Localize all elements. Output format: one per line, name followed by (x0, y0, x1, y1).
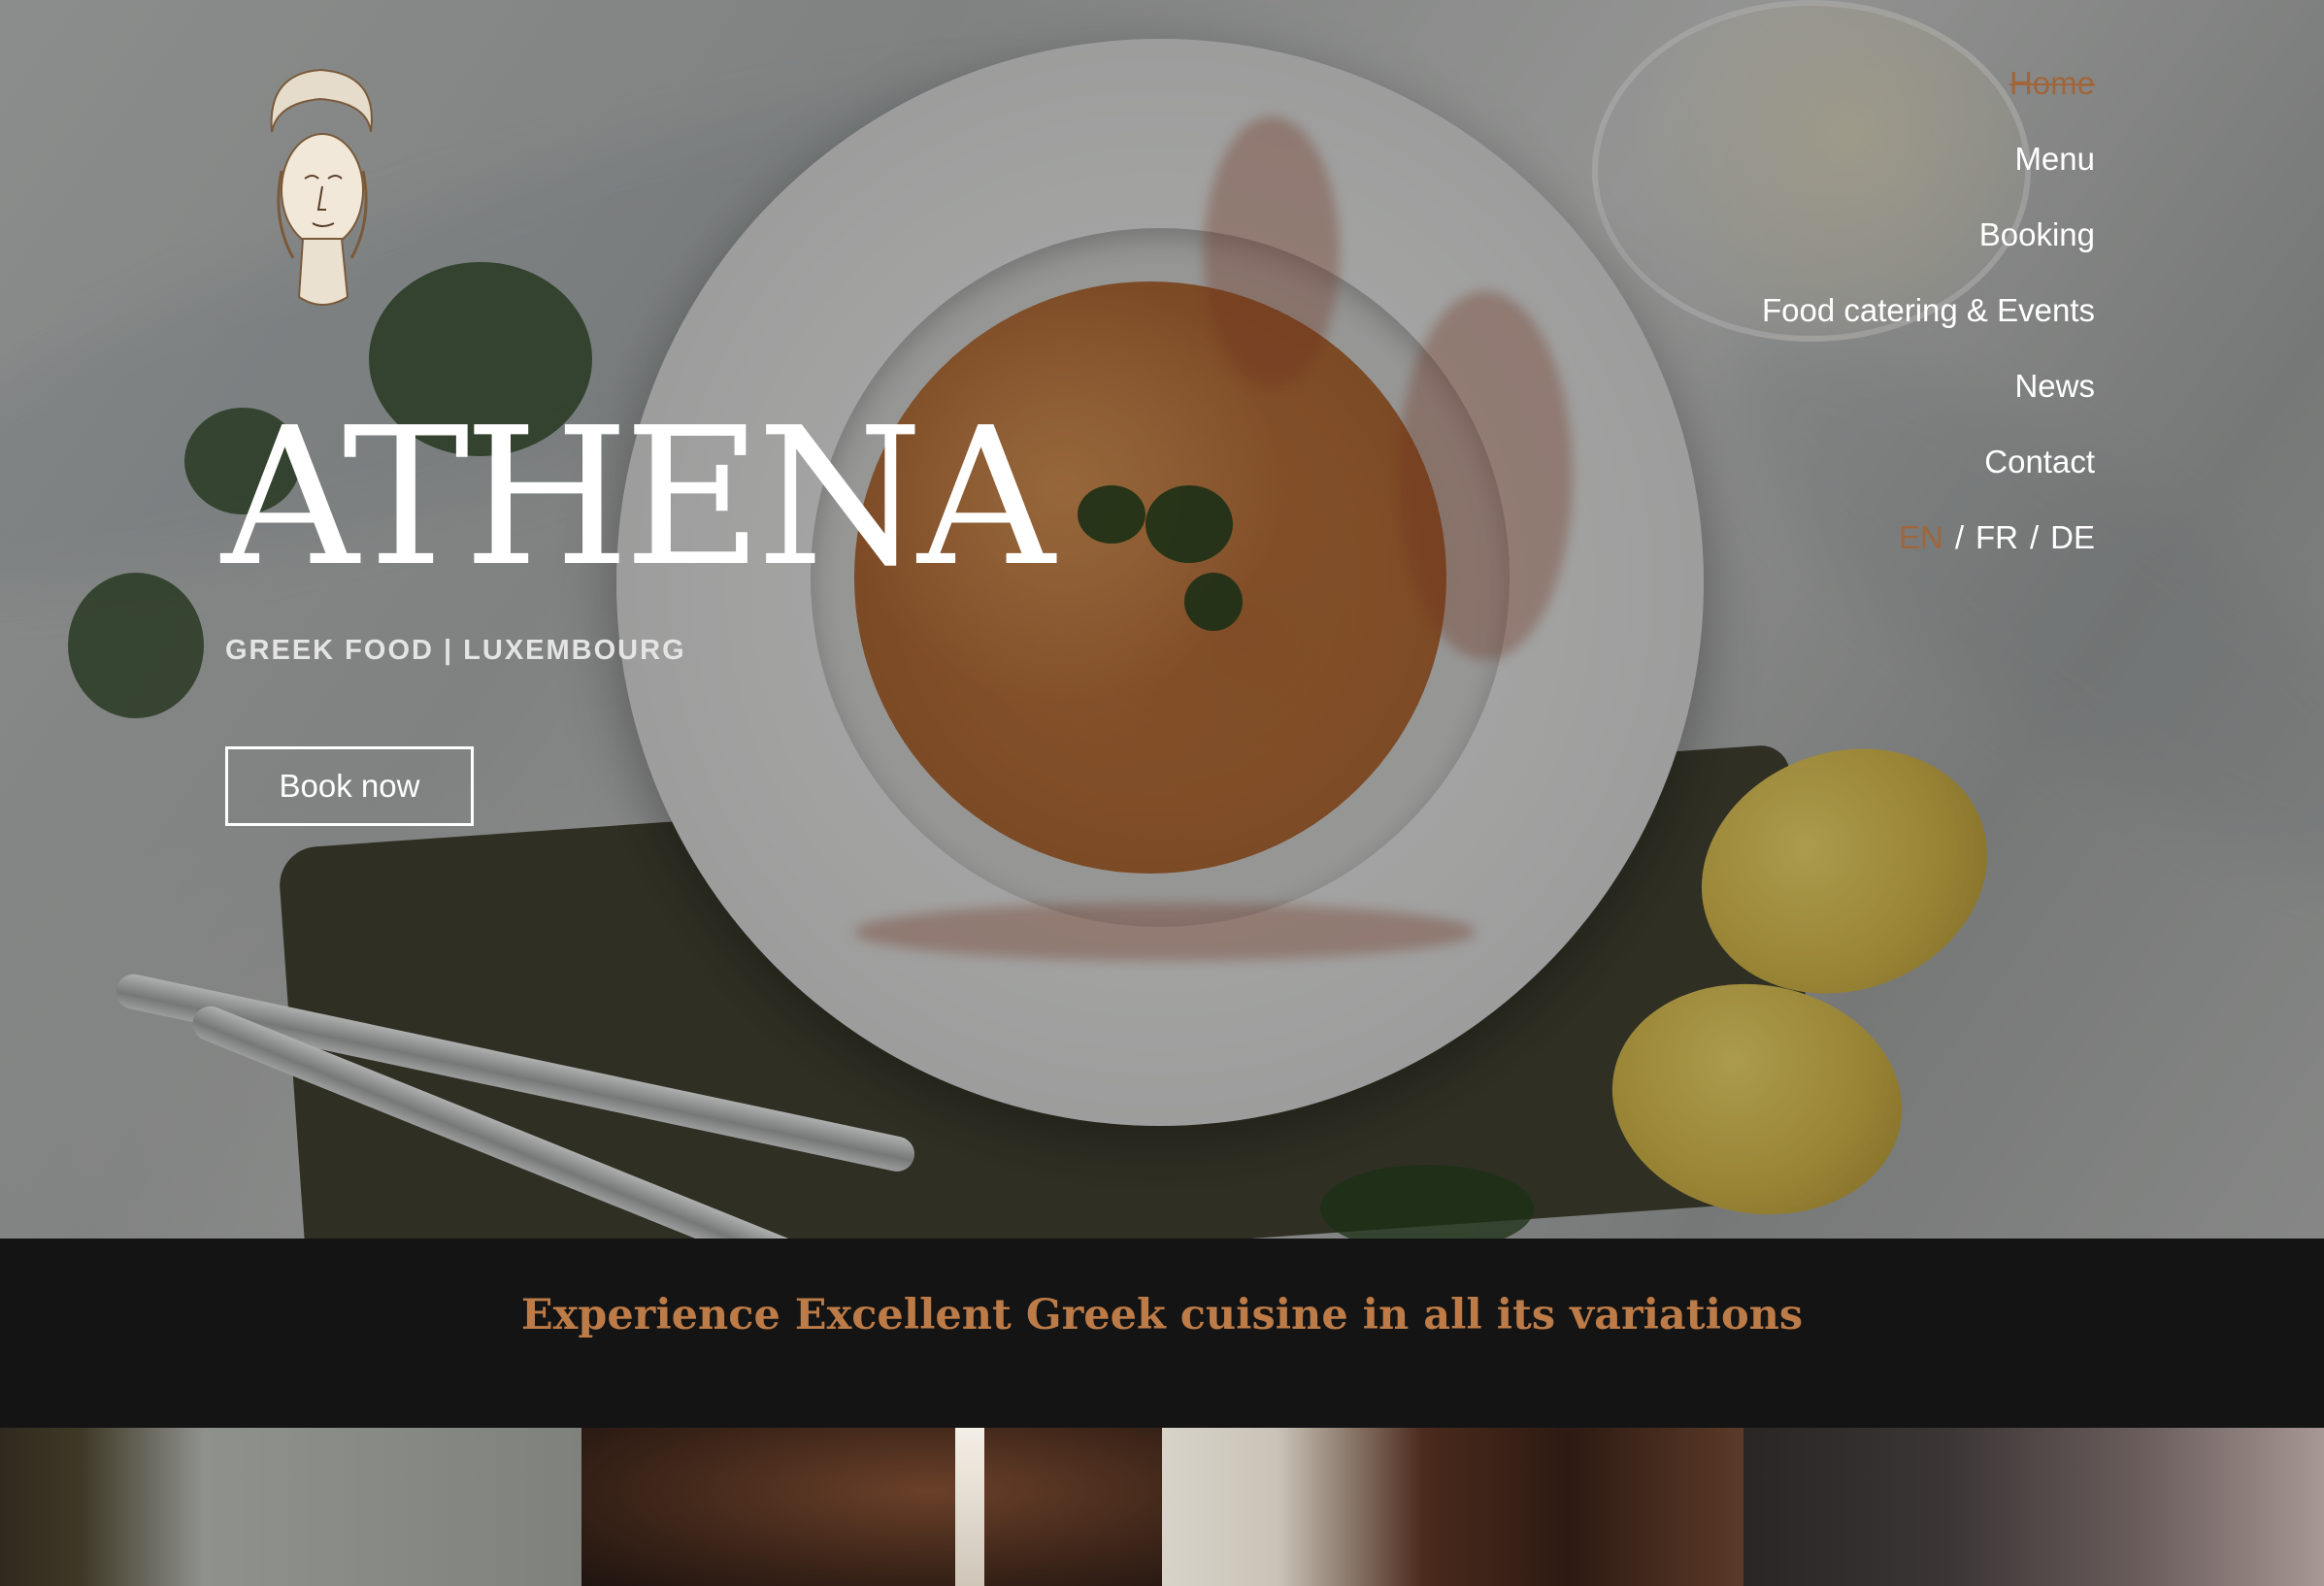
sparkler (954, 1428, 984, 1586)
nav-item-booking[interactable]: Booking (1512, 212, 2095, 287)
gallery-image[interactable] (1162, 1428, 1743, 1586)
gallery-image[interactable] (1743, 1428, 2324, 1586)
lang-de[interactable]: DE (2050, 519, 2095, 555)
nav-item-menu[interactable]: Menu (1512, 136, 2095, 212)
nav-item-home[interactable]: Home (1512, 60, 2095, 136)
book-now-button[interactable]: Book now (225, 746, 474, 826)
lang-en[interactable]: EN (1899, 519, 1943, 555)
brand-subtitle: GREEK FOOD | LUXEMBOURG (225, 635, 686, 666)
lang-separator: / (2029, 519, 2040, 555)
gallery-image[interactable] (0, 1428, 581, 1586)
nav-item-contact[interactable]: Contact (1512, 439, 2095, 514)
lang-separator: / (1954, 519, 1964, 555)
nav-item-news[interactable]: News (1512, 363, 2095, 439)
brand-logo-wordmark[interactable]: ATHENA (221, 403, 1055, 593)
language-switcher: EN / FR / DE (1512, 514, 2095, 561)
lang-fr[interactable]: FR (1975, 519, 2018, 555)
gallery-image[interactable] (581, 1428, 1162, 1586)
photo-gallery (0, 1428, 2324, 1586)
tagline: Experience Excellent Greek cuisine in al… (520, 1290, 1804, 1339)
nav-item-food-catering-events[interactable]: Food catering & Events (1512, 287, 2095, 363)
main-navigation: Home Menu Booking Food catering & Events… (1512, 60, 2095, 561)
hero-section: ATHENA GREEK FOOD | LUXEMBOURG Book now … (0, 0, 2324, 1239)
tagline-band: Experience Excellent Greek cuisine in al… (0, 1239, 2324, 1428)
greek-goddess-bust-icon (270, 68, 373, 306)
